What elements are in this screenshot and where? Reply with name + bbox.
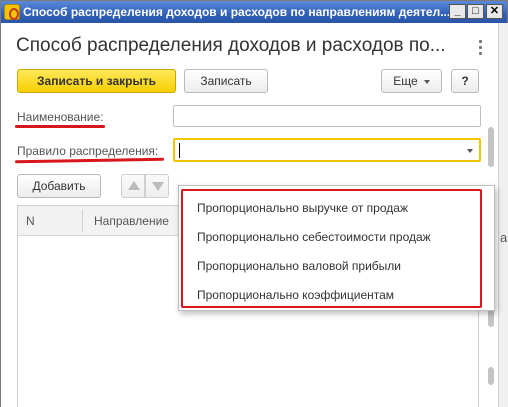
minimize-button[interactable]: _ [449,4,466,19]
more-label: Еще [393,74,418,88]
name-label: Наименование: [17,110,104,124]
arrow-down-icon [152,182,164,191]
column-divider [82,210,83,232]
chevron-down-icon [423,79,430,84]
window: Способ распределения доходов и расходов … [0,0,508,407]
title-bar: Способ распределения доходов и расходов … [1,1,507,23]
distribution-rule-field[interactable] [173,138,481,162]
save-button[interactable]: Записать [184,69,268,93]
red-underline-annotation [15,125,105,128]
chevron-down-icon[interactable] [467,149,473,153]
dropdown-option[interactable]: Пропорционально коэффициентам [197,288,394,302]
distribution-rule-dropdown: Пропорционально выручке от продаж Пропор… [178,185,495,311]
help-button[interactable]: ? [451,69,479,93]
distribution-rule-label: Правило распределения: [17,144,159,158]
close-button[interactable]: ✕ [486,4,503,19]
text-cursor [179,143,180,158]
move-up-button[interactable] [121,174,145,198]
column-header-n[interactable]: N [26,214,35,228]
move-down-button[interactable] [145,174,169,198]
background-window: а [498,23,508,407]
page-title: Способ распределения доходов и расходов … [16,35,446,56]
more-button[interactable]: Еще [381,69,442,93]
form: Способ распределения доходов и расходов … [1,23,498,407]
name-field[interactable] [173,105,481,127]
red-underline-annotation [14,157,165,164]
highlighted-options-list: Пропорционально выручке от продаж Пропор… [181,189,482,308]
arrow-up-icon [128,181,140,190]
dropdown-option[interactable]: Пропорционально валовой прибыли [197,259,401,273]
scrollbar-thumb[interactable] [488,367,494,385]
app-1c-icon [4,4,20,20]
window-title: Способ распределения доходов и расходов … [23,5,451,19]
dropdown-option[interactable]: Пропорционально выручке от продаж [197,201,408,215]
scrollbar-thumb[interactable] [488,127,494,167]
column-header-direction[interactable]: Направление [94,214,169,228]
dropdown-option[interactable]: Пропорционально себестоимости продаж [197,230,431,244]
vertical-dots-icon[interactable] [479,40,483,56]
add-button[interactable]: Добавить [17,174,101,198]
background-text: а [500,230,508,245]
save-and-close-button[interactable]: Записать и закрыть [17,69,176,93]
maximize-button[interactable]: □ [467,4,484,19]
